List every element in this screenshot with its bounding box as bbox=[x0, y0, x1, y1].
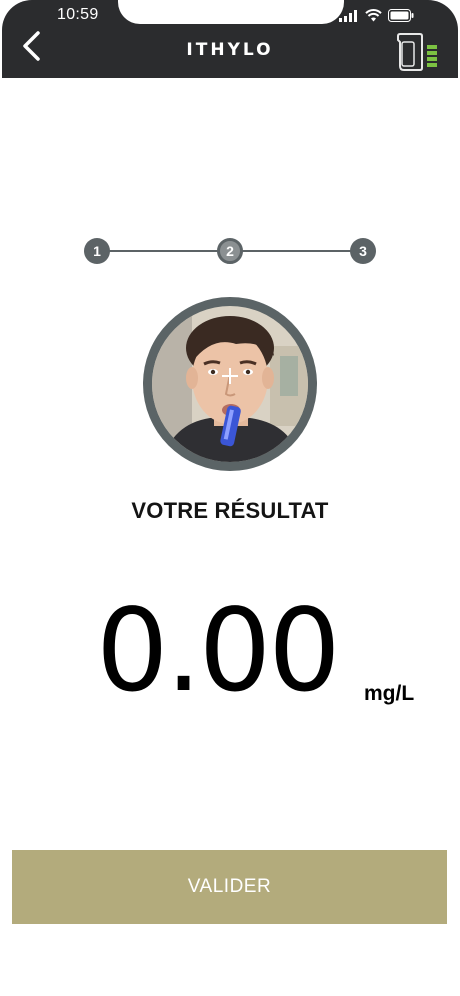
photo-image bbox=[152, 306, 308, 462]
app-title: ITHYLO bbox=[186, 40, 274, 60]
device-status-button[interactable] bbox=[394, 30, 442, 72]
result-screen: 10:59 ITHYLO 1 2 3 VOTRE RÉSULTAT 0.00 m… bbox=[0, 0, 460, 996]
app-header: 10:59 ITHYLO bbox=[2, 0, 458, 78]
battery-icon bbox=[388, 9, 414, 22]
result-value: 0.00 bbox=[96, 584, 341, 717]
result-label: VOTRE RÉSULTAT bbox=[131, 498, 329, 523]
step-3: 3 bbox=[350, 238, 376, 264]
wifi-icon bbox=[365, 9, 382, 22]
status-icons bbox=[339, 9, 414, 22]
breathalyzer-battery-icon bbox=[397, 33, 437, 71]
user-test-photo bbox=[143, 297, 317, 471]
result-unit: mg/L bbox=[364, 682, 415, 705]
step-2-current: 2 bbox=[217, 238, 243, 264]
status-time: 10:59 bbox=[57, 6, 99, 23]
progress-stepper: 1 2 3 bbox=[84, 238, 376, 264]
signal-icon bbox=[339, 9, 357, 22]
validate-button[interactable]: VALIDER bbox=[12, 850, 447, 924]
user-face-illustration bbox=[152, 306, 308, 462]
device-notch bbox=[118, 0, 344, 24]
step-1: 1 bbox=[84, 238, 110, 264]
